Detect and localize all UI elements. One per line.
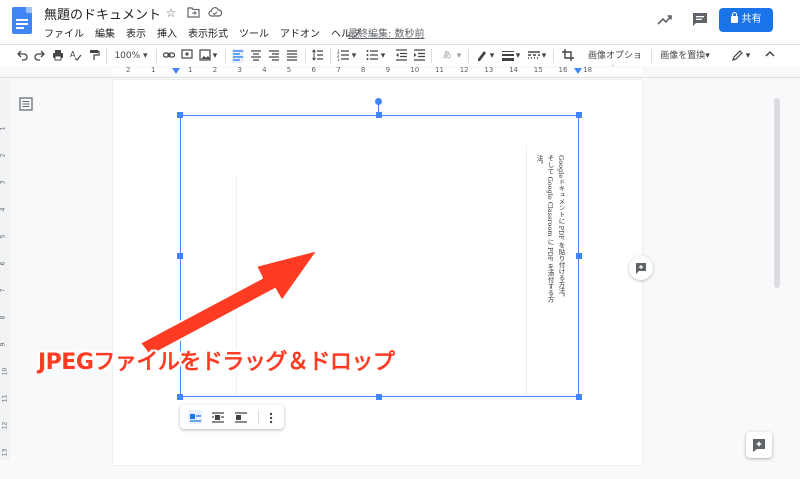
wrap-text-icon[interactable] [211, 410, 225, 424]
annotation-label: JPEGファイルをドラッグ＆ドロップ [38, 350, 395, 375]
add-comment-button[interactable] [629, 256, 653, 280]
explore-button[interactable] [746, 432, 772, 458]
image-toolbar-divider [258, 410, 259, 424]
annotation-arrow-icon [139, 249, 319, 357]
more-options-icon[interactable] [264, 410, 278, 424]
add-comment-icon [636, 263, 646, 274]
wrap-inline-icon[interactable] [188, 410, 202, 424]
break-text-icon[interactable] [234, 410, 248, 424]
explore-icon [753, 439, 765, 452]
image-inline-toolbar [180, 405, 284, 429]
vertical-scrollbar[interactable] [774, 98, 780, 288]
docs-window: 無題のドキュメント ☆ ファイル 編集 表示 挿入 表示形式 ツール アドオン … [0, 0, 800, 479]
